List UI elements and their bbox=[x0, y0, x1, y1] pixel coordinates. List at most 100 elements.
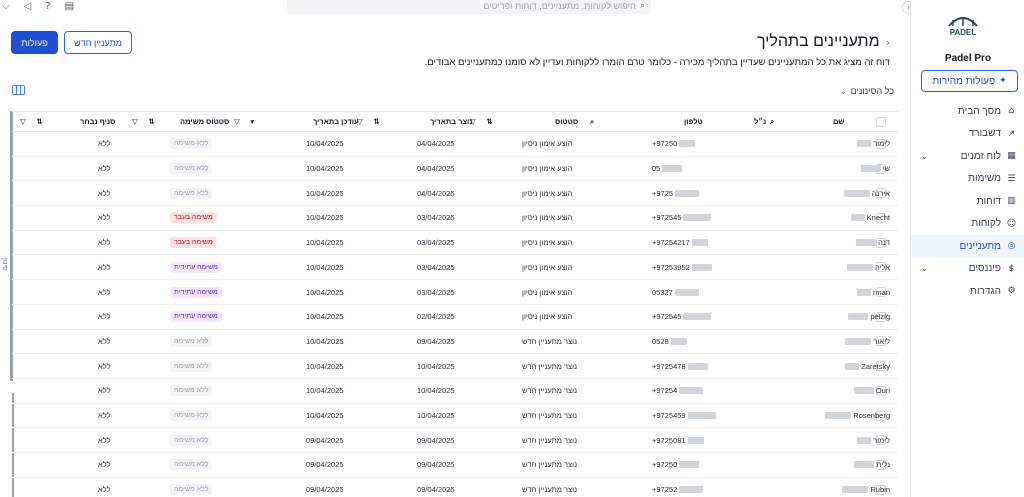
table-row[interactable]: Rubin +97252 נוצר מתעניין חדש 09/04/2025 09/… bbox=[12, 478, 898, 497]
sidebar-item-1[interactable]: ↗ דשבורד bbox=[911, 123, 1024, 146]
row-task-status: ללא משימה bbox=[170, 132, 213, 156]
quick-actions-button[interactable]: ✦ פעולות מהירות bbox=[921, 70, 1018, 92]
actions-button[interactable]: פעולות bbox=[11, 31, 58, 54]
table-row[interactable]: Zaretsky +9725478 נוצר מתעניין חדש 10/04/20… bbox=[12, 354, 898, 379]
row-created: 09/04/2025 bbox=[417, 460, 455, 470]
status-badge: ללא משימה bbox=[170, 163, 213, 175]
row-created: 10/04/2025 bbox=[417, 386, 455, 396]
row-name: Rosenberg bbox=[823, 404, 890, 428]
header-task-status[interactable]: סטטוס משימה bbox=[180, 112, 229, 131]
user-icon: ☺ bbox=[1006, 218, 1017, 229]
row-created: 03/04/2025 bbox=[417, 262, 455, 272]
select-all-checkbox[interactable] bbox=[876, 112, 886, 131]
page-title-text: מתעניינים בתהליך bbox=[757, 33, 880, 50]
row-task-status: ללא משימה bbox=[170, 453, 213, 477]
table-row[interactable]: ליאור 0528 נוצר מתעניין חדש 09/04/2025 10/04… bbox=[12, 330, 898, 355]
row-updated: 10/04/2025 bbox=[306, 139, 344, 149]
sidebar-item-4[interactable]: ▥ דוחות bbox=[911, 190, 1024, 213]
all-filters-button[interactable]: כל הסינונים ⌄ bbox=[829, 83, 894, 99]
table-row[interactable]: אליה +97253952 הוצע אימון ניסיון 03/04/2025… bbox=[12, 256, 898, 281]
row-task-status: משימה בעבר bbox=[170, 231, 217, 255]
row-status: נוצר מתעניין חדש bbox=[522, 386, 578, 396]
table-row[interactable]: rman 05327 הוצע אימון ניסיון 03/04/2025 10/0… bbox=[12, 280, 898, 305]
row-created: 10/04/2025 bbox=[417, 361, 455, 371]
status-badge: משימה בעבר bbox=[170, 212, 217, 224]
header-name-search-icon[interactable]: ⌕ bbox=[770, 112, 778, 131]
header-created-sort-icon[interactable]: ▽ ⇅ bbox=[357, 112, 384, 131]
header-owner[interactable]: נ״ל bbox=[754, 112, 766, 131]
row-created: 03/04/2025 bbox=[417, 213, 455, 223]
sidebar-item-label: לוח זמנים bbox=[960, 150, 1001, 162]
row-phone: 05327 bbox=[652, 280, 701, 304]
row-updated: 09/04/2025 bbox=[306, 485, 344, 495]
table-row[interactable]: pelzig +972545 הוצע אימון ניסיון 02/04/2025… bbox=[12, 305, 898, 330]
chart-line-icon: ↗ bbox=[1007, 128, 1016, 139]
app-menu-icon[interactable]: ⌵ bbox=[2, 1, 10, 13]
row-branch: ללא bbox=[98, 435, 111, 445]
chevron-down-icon: ⌄ bbox=[839, 86, 847, 96]
sidebar-item-5[interactable]: ☺ לקוחות bbox=[911, 213, 1024, 236]
chevron-down-icon[interactable]: ⌄ bbox=[921, 152, 928, 161]
row-status: הוצע אימון ניסיון bbox=[522, 262, 573, 272]
table-row[interactable]: לימור +9725081 נוצר מתעניין חדש 09/04/2025 0… bbox=[12, 428, 898, 454]
row-created: 10/04/2025 bbox=[417, 411, 455, 421]
sidebar-item-label: דוחות bbox=[976, 195, 1001, 207]
row-name: rman bbox=[855, 280, 890, 304]
row-task-status: משימה עתידית bbox=[170, 280, 222, 304]
table-row[interactable]: Knecht +972545 הוצע אימון ניסיון 03/04/2025… bbox=[12, 206, 898, 231]
search-input[interactable]: חיפוש לקוחות, מתעניינים, דוחות ופריטים bbox=[483, 1, 636, 11]
header-branch[interactable]: סניף נבחר bbox=[80, 112, 115, 131]
row-updated: 10/04/2025 bbox=[306, 336, 344, 346]
sidebar-item-0[interactable]: ⌂ מסך הבית bbox=[911, 100, 1024, 123]
filter-side-tab[interactable]: סינון bbox=[0, 258, 8, 278]
row-branch: ללא bbox=[98, 386, 111, 396]
row-phone: +9725081 bbox=[652, 428, 706, 452]
columns-icon[interactable] bbox=[12, 85, 25, 95]
sidebar-item-8[interactable]: ⚙ הגדרות bbox=[911, 280, 1024, 303]
table-row[interactable]: שי 05 הוצע אימון ניסיון 04/04/2025 10/04/202… bbox=[12, 157, 898, 182]
header-updated[interactable]: עודכן בתאריך bbox=[313, 112, 359, 131]
header-status-sort-icon[interactable]: ▽ ⇅ bbox=[470, 112, 497, 131]
row-name: ליאור bbox=[843, 330, 890, 354]
row-branch: ללא bbox=[98, 312, 111, 322]
archive-icon[interactable]: ▤ bbox=[65, 1, 74, 13]
row-created: 02/04/2025 bbox=[417, 312, 455, 322]
sidebar-item-6[interactable]: ◎ מתעניינים bbox=[911, 235, 1024, 258]
header-name[interactable]: שם bbox=[833, 112, 844, 131]
chevron-down-icon[interactable]: ⌄ bbox=[921, 264, 928, 273]
search-bar[interactable]: ⌕ חיפוש לקוחות, מתעניינים, דוחות ופריטים bbox=[287, 0, 651, 14]
table-row[interactable]: לימור +97250 הוצע אימון ניסיון 04/04/2025 10… bbox=[12, 132, 898, 157]
header-phone-search-icon[interactable]: ⌕ bbox=[590, 112, 598, 131]
table-row[interactable]: נלית +97250 נוצר מתעניין חדש 09/04/2025 09/0… bbox=[12, 453, 898, 478]
table-row[interactable]: Ouri +97254 נוצר מתעניין חדש 10/04/2025 10/0… bbox=[12, 379, 898, 404]
sidebar-item-3[interactable]: ☰ משימות bbox=[911, 168, 1024, 191]
table-row[interactable]: דנה +97254217 הוצע אימון ניסיון 03/04/2025 1… bbox=[12, 231, 898, 256]
table-row[interactable]: Rosenberg +9725459 נוצר מתעניין חדש 10/04/2… bbox=[12, 404, 898, 429]
header-phone[interactable]: טלפון bbox=[684, 112, 703, 131]
help-icon[interactable]: ? bbox=[45, 1, 50, 13]
row-status: הוצע אימון ניסיון bbox=[522, 238, 573, 248]
row-task-status: ללא משימה bbox=[170, 404, 213, 428]
header-task-sort-icon[interactable]: ▽ ⇅ bbox=[132, 112, 159, 131]
header-updated-sort-icon[interactable]: ▽ ▾ bbox=[234, 112, 258, 131]
quick-actions-label: פעולות מהירות bbox=[932, 75, 996, 87]
header-created[interactable]: נוצר בתאריך bbox=[430, 112, 473, 131]
table-row[interactable]: אירנה +9725 הוצע אימון ניסיון 04/04/2025 10/… bbox=[12, 181, 898, 207]
row-name: נלית bbox=[852, 453, 890, 477]
sidebar-item-2[interactable]: ▦ לוח זמנים ⌄ bbox=[911, 145, 1024, 168]
sidebar-item-label: פיננסים bbox=[968, 263, 1001, 275]
row-branch: ללא bbox=[98, 411, 111, 421]
back-chevron-icon[interactable]: ‹ bbox=[886, 36, 890, 49]
header-status[interactable]: סטטוס bbox=[555, 112, 578, 131]
new-lead-button[interactable]: מתעניין חדש bbox=[64, 31, 132, 54]
sidebar: PADEL Padel Pro ✦ פעולות מהירות ⌂ מסך הבי… bbox=[910, 0, 1024, 497]
header-branch-sort-icon[interactable]: ▽ ⇅ bbox=[20, 112, 47, 131]
leads-table: שם ⌕ נ״ל ⌕ טלפון סטטוס ▽ ⇅ נוצר בתאריך ▽… bbox=[12, 111, 898, 497]
status-badge: ללא משימה bbox=[170, 410, 213, 422]
megaphone-icon[interactable]: ◁ bbox=[24, 1, 32, 13]
table-header: שם ⌕ נ״ל ⌕ טלפון סטטוס ▽ ⇅ נוצר בתאריך ▽… bbox=[12, 112, 898, 132]
row-phone: +97254217 bbox=[652, 231, 710, 255]
sidebar-item-7[interactable]: $ פיננסים ⌄ bbox=[911, 258, 1024, 281]
row-status: הוצע אימון ניסיון bbox=[522, 139, 573, 149]
status-badge: ללא משימה bbox=[170, 385, 213, 397]
